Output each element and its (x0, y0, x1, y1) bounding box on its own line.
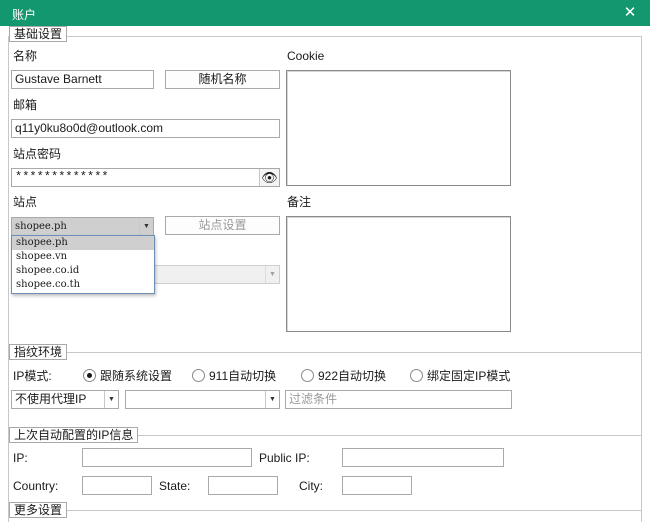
ip-label: IP: (13, 451, 28, 465)
country-label: Country: (13, 479, 59, 493)
ip-field[interactable] (82, 448, 252, 467)
radio-fixed-ip[interactable]: 绑定固定IP模式 (410, 369, 510, 383)
site-option[interactable]: shopee.co.id (12, 264, 154, 278)
public-ip-label: Public IP: (259, 451, 310, 465)
site-select-value: shopee.ph (15, 221, 67, 232)
site-settings-button[interactable]: 站点设置 (165, 216, 280, 235)
ip-mode-label: IP模式: (13, 369, 52, 383)
site-password-label: 站点密码 (13, 147, 62, 161)
notes-textarea[interactable] (286, 216, 511, 332)
radio-911-auto[interactable]: 911自动切换 (192, 369, 276, 383)
state-label: State: (159, 479, 191, 493)
radio-label: 922自动切换 (318, 369, 387, 383)
chevron-down-icon[interactable]: ▼ (139, 218, 153, 235)
radio-label: 跟随系统设置 (100, 369, 173, 383)
section-divider (8, 510, 642, 511)
section-last-ip-title: 上次自动配置的IP信息 (9, 427, 139, 443)
cookie-label: Cookie (287, 49, 325, 63)
email-label: 邮箱 (13, 98, 38, 112)
random-name-button[interactable]: 随机名称 (165, 70, 280, 89)
cookie-textarea[interactable] (286, 70, 511, 186)
frame-left-edge (8, 36, 9, 522)
city-label: City: (299, 479, 323, 493)
radio-follow-system[interactable]: 跟随系统设置 (83, 369, 172, 383)
country-field[interactable] (82, 476, 152, 495)
frame-right-edge (641, 36, 642, 522)
notes-label: 备注 (287, 195, 312, 209)
section-divider (8, 36, 642, 37)
radio-circle (192, 369, 205, 382)
proxy-select-value: 不使用代理IP (15, 392, 87, 406)
site-option[interactable]: shopee.vn (12, 250, 154, 264)
radio-label: 绑定固定IP模式 (427, 369, 511, 383)
email-input[interactable]: q11y0ku8o0d@outlook.com (11, 119, 280, 138)
site-password-input[interactable]: ************* (11, 168, 280, 187)
site-label: 站点 (13, 195, 38, 209)
section-divider (8, 352, 642, 353)
site-option[interactable]: shopee.co.th (12, 278, 154, 292)
title-bar: 账户 ✕ (0, 0, 650, 26)
section-fingerprint-title: 指纹环境 (9, 344, 68, 360)
city-field[interactable] (342, 476, 412, 495)
name-label: 名称 (13, 49, 38, 63)
radio-circle (301, 369, 314, 382)
chevron-down-icon: ▼ (265, 266, 279, 283)
site-option[interactable]: shopee.ph (12, 236, 154, 250)
public-ip-field[interactable] (342, 448, 504, 467)
proxy-select[interactable]: 不使用代理IP ▼ (11, 390, 119, 409)
name-input[interactable]: Gustave Barnett (11, 70, 154, 89)
window-title: 账户 (12, 8, 37, 22)
site-password-value: ************* (15, 170, 109, 184)
state-field[interactable] (208, 476, 278, 495)
radio-label: 911自动切换 (209, 369, 277, 383)
chevron-down-icon[interactable]: ▼ (104, 391, 118, 408)
proxy-detail-select[interactable]: ▼ (125, 390, 280, 409)
site-select[interactable]: shopee.ph ▼ (11, 217, 154, 236)
radio-922-auto[interactable]: 922自动切换 (301, 369, 386, 383)
eye-icon[interactable]: 👁 (259, 169, 279, 186)
filter-input[interactable]: 过滤条件 (285, 390, 512, 409)
section-basic-title: 基础设置 (9, 26, 68, 42)
radio-circle (410, 369, 423, 382)
site-dropdown-list[interactable]: shopee.ph shopee.vn shopee.co.id shopee.… (11, 235, 155, 294)
section-more-title: 更多设置 (9, 502, 68, 518)
chevron-down-icon[interactable]: ▼ (265, 391, 279, 408)
radio-circle (83, 369, 96, 382)
close-icon[interactable]: ✕ (622, 3, 638, 21)
